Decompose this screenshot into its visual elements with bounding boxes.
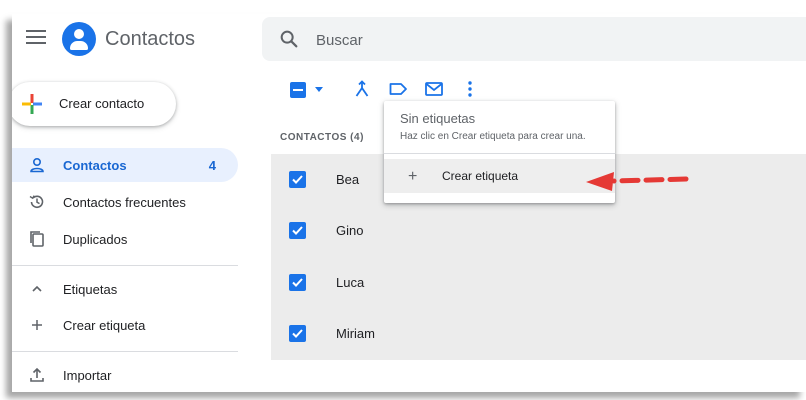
sidebar-item-duplicates[interactable]: Duplicados bbox=[12, 222, 238, 256]
chevron-up-icon bbox=[32, 285, 42, 292]
sidebar-item-label: Duplicados bbox=[63, 232, 128, 247]
more-vert-icon[interactable] bbox=[460, 79, 480, 99]
search-input[interactable] bbox=[316, 29, 716, 51]
contact-checkbox[interactable] bbox=[289, 325, 306, 342]
menu-item-create-label[interactable]: + Crear etiqueta bbox=[384, 159, 615, 193]
check-icon bbox=[292, 175, 303, 184]
email-icon[interactable] bbox=[424, 79, 444, 99]
sidebar-item-frequent-contacts[interactable]: Contactos frecuentes bbox=[12, 185, 238, 219]
sidebar-item-create-label[interactable]: Crear etiqueta bbox=[12, 308, 238, 342]
contact-checkbox[interactable] bbox=[289, 171, 306, 188]
contact-name: Miriam bbox=[336, 326, 375, 341]
app-title: Contactos bbox=[105, 28, 196, 50]
upload-icon bbox=[30, 367, 44, 382]
label-dropdown-menu: Sin etiquetas Haz clic en Crear etiqueta… bbox=[384, 101, 615, 203]
menu-item-label: Crear etiqueta bbox=[442, 169, 519, 183]
search-icon[interactable] bbox=[278, 28, 300, 50]
sidebar-divider bbox=[12, 351, 238, 352]
sidebar-item-label: Importar bbox=[63, 368, 112, 383]
contact-row[interactable]: Miriam bbox=[271, 308, 806, 359]
contact-name: Gino bbox=[336, 223, 364, 238]
person-icon bbox=[30, 157, 44, 173]
sidebar-item-label: Contactos frecuentes bbox=[63, 195, 186, 210]
merge-icon[interactable] bbox=[352, 79, 372, 99]
menu-divider bbox=[384, 153, 615, 154]
sidebar-labels-section[interactable]: Etiquetas bbox=[12, 272, 238, 306]
copy-icon bbox=[30, 231, 44, 247]
select-all-checkbox[interactable] bbox=[290, 82, 306, 98]
no-labels-text: Sin etiquetas bbox=[400, 111, 476, 126]
sidebar-item-contacts[interactable]: Contactos 4 bbox=[12, 148, 238, 182]
contact-checkbox[interactable] bbox=[289, 274, 306, 291]
hamburger-menu-icon[interactable] bbox=[26, 30, 46, 46]
sidebar-item-import[interactable]: Importar bbox=[12, 358, 238, 392]
create-contact-button[interactable]: Crear contacto bbox=[12, 82, 176, 126]
annotation-arrow-icon bbox=[586, 172, 689, 191]
sidebar-item-label: Etiquetas bbox=[63, 282, 118, 297]
contact-checkbox[interactable] bbox=[289, 222, 306, 239]
check-icon bbox=[292, 226, 303, 235]
contact-name: Bea bbox=[336, 172, 360, 187]
sidebar-item-label: Contactos bbox=[63, 158, 127, 173]
contacts-logo-icon bbox=[62, 22, 96, 56]
create-contact-label: Crear contacto bbox=[59, 96, 145, 111]
sidebar-divider bbox=[12, 265, 238, 266]
sidebar-item-label: Crear etiqueta bbox=[63, 318, 146, 333]
create-label-hint: Haz clic en Crear etiqueta para crear un… bbox=[400, 131, 586, 142]
plus-icon bbox=[32, 320, 42, 330]
multicolor-plus-icon bbox=[22, 94, 42, 114]
plus-icon: + bbox=[408, 168, 418, 185]
history-icon bbox=[29, 195, 44, 209]
contact-row[interactable]: Luca bbox=[271, 257, 806, 308]
contacts-count-badge: 4 bbox=[208, 158, 216, 173]
check-icon bbox=[292, 278, 303, 287]
contact-row[interactable]: Gino bbox=[271, 205, 806, 256]
chevron-down-icon[interactable] bbox=[315, 87, 323, 92]
label-icon[interactable] bbox=[388, 79, 408, 99]
search-box[interactable] bbox=[262, 17, 806, 61]
contact-name: Luca bbox=[336, 275, 365, 290]
contacts-app-window: Contactos Crear contacto Contactos 4 bbox=[12, 14, 806, 392]
contacts-list-header: CONTACTOS (4) bbox=[280, 132, 364, 143]
check-icon bbox=[292, 329, 303, 338]
